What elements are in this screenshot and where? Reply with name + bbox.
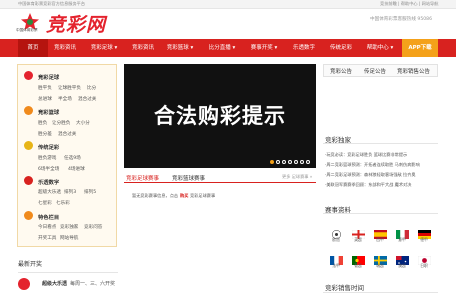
carousel-dot[interactable]	[306, 160, 310, 164]
news-item[interactable]: ·周二竞彩篮球预测：开拓者连续取胜 马刺伤病影响	[325, 162, 420, 167]
tab-sales-announcement[interactable]: 竞彩销售公告	[397, 67, 430, 75]
sales-time-title: 竞彩销售时间	[325, 284, 364, 292]
nav-draw-results[interactable]: 赛事开奖 ▾	[244, 39, 284, 57]
sidebar-link[interactable]: 混合过关	[58, 131, 76, 137]
flag-label: 法甲	[332, 263, 340, 268]
sidebar-link[interactable]: 半全场	[58, 96, 72, 102]
sidebar-link[interactable]: 总进球	[38, 96, 52, 102]
divider	[323, 292, 438, 293]
carousel-dot-active[interactable]	[270, 160, 274, 164]
banner-text: 合法购彩提示	[154, 104, 286, 128]
sidebar-link[interactable]: 排列3	[64, 189, 76, 195]
sidebar-link[interactable]: 任选9场	[64, 155, 81, 161]
lotto-icon	[24, 176, 33, 185]
match-notice: 暂无竞彩赛事信息，点击	[132, 193, 179, 198]
sidebar-link[interactable]: 让球胜平负	[58, 85, 81, 91]
sidebar-link[interactable]: 网站导航	[60, 235, 78, 241]
flag-label: 西甲	[376, 237, 384, 242]
sidebar-link[interactable]: 胜负	[38, 120, 47, 126]
divider	[323, 213, 438, 214]
carousel-dot[interactable]	[288, 160, 292, 164]
news-item[interactable]: ·美联冠军赛赛季回顾：东部和平大战 魔术对决	[325, 182, 411, 187]
nav-home[interactable]: 首页	[18, 39, 48, 57]
sidebar-link[interactable]: 4场进球	[68, 166, 85, 172]
sidebar-link[interactable]: 胜平负	[38, 85, 52, 91]
carousel-dot[interactable]	[300, 160, 304, 164]
site-logo-text[interactable]: 竞彩网	[46, 10, 106, 37]
sidebar-link[interactable]: 让分胜负	[52, 120, 70, 126]
sidebar-link[interactable]: 6场半全场	[38, 166, 59, 172]
flag-label: 瑞超	[376, 263, 384, 268]
lotto-logo-icon	[18, 278, 30, 290]
top-bar-notice: 中国体育彩票竞彩官方信息服务平台	[18, 1, 86, 6]
sidebar-link[interactable]: 超级大乐透	[38, 189, 61, 195]
sidebar-link[interactable]: 排列5	[84, 189, 96, 195]
nav-news-2[interactable]: 竞彩资讯	[126, 39, 160, 57]
sidebar-link[interactable]: 今日看点	[38, 224, 56, 230]
sidebar-link[interactable]: 竞彩问答	[84, 224, 102, 230]
basketball-icon	[24, 106, 33, 115]
nav-live-score[interactable]: 比分直播 ▾	[202, 39, 242, 57]
carousel-dot[interactable]	[282, 160, 286, 164]
news-item[interactable]: ·周二竞彩足球预测：森林狼轻取客场强敌 拉齐奥	[325, 172, 416, 177]
recent-draw-game[interactable]: 超级大乐透	[42, 282, 67, 287]
nav-help[interactable]: 帮助中心 ▾	[360, 39, 400, 57]
sidebar-link[interactable]: 大小分	[76, 120, 90, 126]
buy-link[interactable]: 购买	[180, 193, 188, 198]
tab-basketball-matches[interactable]: 竞彩篮球赛事	[172, 174, 205, 182]
divider	[323, 143, 438, 144]
sidebar-link[interactable]: 竞彩独家	[60, 224, 78, 230]
sidebar-link[interactable]: 混合过关	[78, 96, 96, 102]
main-nav: 首页 竞彩资讯 竞彩足球 ▾ 竞彩资讯 竞彩篮球 ▾ 比分直播 ▾ 赛事开奖 ▾…	[0, 39, 456, 57]
nav-football[interactable]: 竞彩足球 ▾	[84, 39, 124, 57]
hotline: 中国体育彩票客服热线 95086	[370, 17, 433, 22]
flag-label: 澳超	[398, 263, 406, 268]
carousel-dot[interactable]	[276, 160, 280, 164]
feature-icon	[24, 211, 33, 220]
nav-basketball[interactable]: 竞彩篮球 ▾	[160, 39, 200, 57]
sidebar-link[interactable]: 比分	[87, 85, 96, 91]
sidebar-title-traditional[interactable]: 传统足彩	[38, 143, 59, 151]
news-item[interactable]: ·玩竞必读：竞彩足球胜负 篮球比赛非常提示	[325, 152, 407, 157]
sidebar-link[interactable]: 开奖工具	[38, 235, 56, 241]
recent-draw-title: 最新开奖	[18, 261, 43, 268]
top-bar-links[interactable]: 竞技前瞻 | 帮助中心 | 网站导航	[380, 1, 438, 6]
match-notice-tail: 竞彩足球赛事	[190, 193, 216, 198]
carousel-dot[interactable]	[294, 160, 298, 164]
sidebar-title-lotto[interactable]: 乐透数字	[38, 178, 59, 186]
sidebar-link[interactable]: 七乐彩	[56, 200, 70, 206]
sidebar-link[interactable]: 七星彩	[38, 200, 52, 206]
sidebar-link[interactable]: 胜负游戏	[38, 155, 56, 161]
sidebar-title-football[interactable]: 竞彩足球	[38, 73, 59, 81]
logo-caption: 中国体育彩票	[16, 28, 38, 32]
divider	[18, 272, 118, 273]
more-football-link[interactable]: 更多 足球赛事 »	[282, 174, 312, 179]
tab-underline	[124, 182, 316, 183]
flag-label: 意甲	[398, 237, 406, 242]
recent-draw-schedule: 每周一、三、六开奖	[70, 281, 116, 287]
flag-label: 德甲	[420, 237, 428, 242]
tab-traditional-announcement[interactable]: 传足公告	[364, 67, 386, 75]
flag-label: 欧冠	[332, 237, 340, 242]
nav-traditional[interactable]: 传统足彩	[324, 39, 358, 57]
tab-lottery-announcement[interactable]: 竞彩公告	[330, 67, 352, 75]
football-icon	[24, 71, 33, 80]
tab-football-matches[interactable]: 竞彩足球赛事	[126, 174, 159, 182]
flag-label: 葡超	[354, 263, 362, 268]
nav-lotto[interactable]: 乐透数字	[286, 39, 322, 57]
flag-label: 英超	[354, 237, 362, 242]
sidebar-link[interactable]: 胜分差	[38, 131, 52, 137]
traditional-football-icon	[24, 141, 33, 150]
sidebar-title-feature[interactable]: 特色栏目	[38, 213, 59, 221]
sidebar-title-basketball[interactable]: 竞彩篮球	[38, 108, 59, 116]
nav-news[interactable]: 竞彩资讯	[48, 39, 82, 57]
flag-label: 日职	[420, 263, 428, 268]
nav-app-download[interactable]: APP下载	[402, 39, 438, 57]
